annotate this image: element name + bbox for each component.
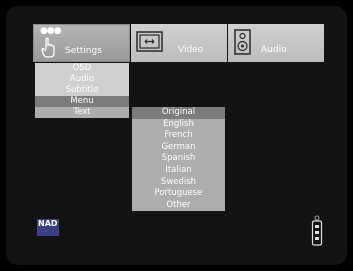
nad-logo: NAD [37, 219, 59, 236]
dropdown-item-spanish[interactable]: Spanish [132, 153, 225, 165]
nad-logo-text: NAD [38, 219, 58, 228]
menu-language-dropdown: Original English French German Spanish I… [132, 107, 225, 212]
submenu-item-subtitle[interactable]: Subtitle [35, 85, 129, 96]
submenu-item-osd[interactable]: OSD [35, 63, 129, 74]
osd-screen: ●●● Settings Video Audio OSD Audio Subti… [0, 0, 353, 271]
tab-video-label: Video [178, 45, 204, 55]
dropdown-item-italian[interactable]: Italian [132, 165, 225, 177]
remote-control-icon [311, 215, 323, 246]
tab-audio[interactable]: Audio [228, 24, 324, 62]
tab-audio-label: Audio [261, 45, 287, 55]
hand-pointer-icon [41, 37, 55, 58]
submenu-item-audio[interactable]: Audio [35, 74, 129, 85]
dropdown-item-original[interactable]: Original [132, 107, 225, 119]
dropdown-item-swedish[interactable]: Swedish [132, 177, 225, 189]
dropdown-item-portuguese[interactable]: Portuguese [132, 188, 225, 200]
tab-settings[interactable]: ●●● Settings [33, 24, 130, 62]
screen-icon [136, 31, 163, 52]
dropdown-item-french[interactable]: French [132, 130, 225, 142]
tab-video[interactable]: Video [131, 24, 227, 62]
speaker-icon [234, 29, 251, 55]
dropdown-item-german[interactable]: German [132, 142, 225, 154]
dropdown-item-other[interactable]: Other [132, 200, 225, 212]
submenu-item-menu[interactable]: Menu [35, 96, 129, 107]
settings-submenu: OSD Audio Subtitle Menu Text [35, 63, 129, 118]
submenu-item-text[interactable]: Text [35, 107, 129, 118]
dropdown-item-english[interactable]: English [132, 119, 225, 131]
settings-dots-icon: ●●● [40, 26, 62, 36]
tab-settings-label: Settings [65, 46, 102, 56]
